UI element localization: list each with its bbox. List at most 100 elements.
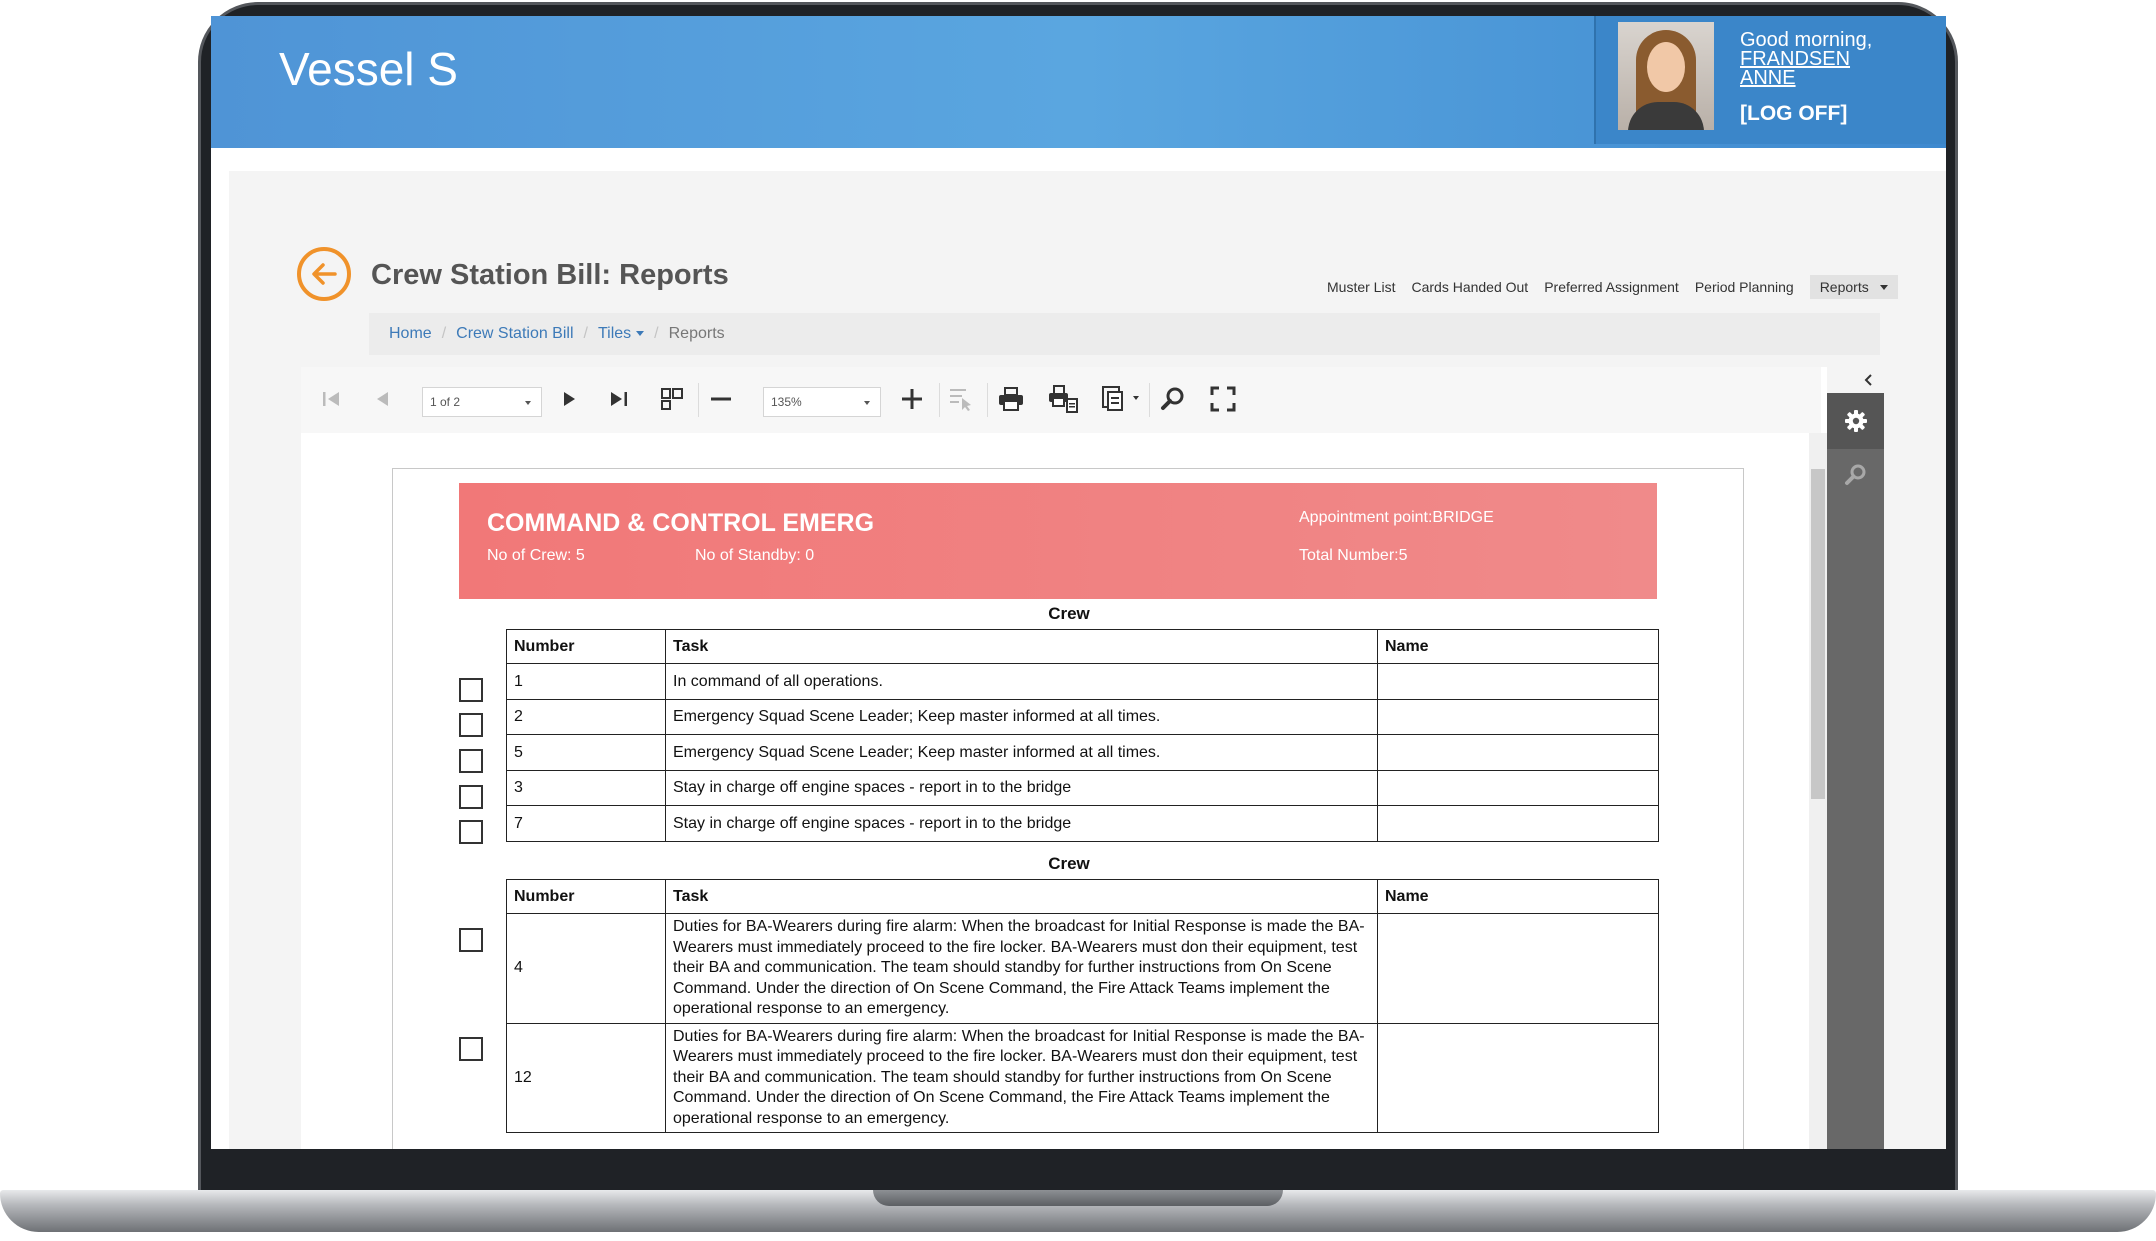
logoff-link[interactable]: [LOG OFF] — [1740, 102, 1847, 126]
multipage-icon — [661, 388, 683, 410]
table-header-row: Number Task Name — [506, 879, 1659, 914]
scrollbar-thumb[interactable] — [1811, 469, 1825, 799]
cell-number: 7 — [506, 805, 666, 842]
table-header-row: Number Task Name — [506, 629, 1659, 664]
multipage-button[interactable] — [656, 383, 688, 415]
search-button[interactable] — [1157, 383, 1189, 415]
standby-count: No of Standby: 0 — [695, 547, 815, 564]
next-page-button[interactable] — [553, 383, 585, 415]
toolbar-separator — [698, 383, 699, 417]
breadcrumb: Home / Crew Station Bill / Tiles / Repor… — [369, 313, 1880, 355]
user-firstname-link[interactable]: ANNE — [1740, 68, 1872, 88]
breadcrumb-separator: / — [441, 325, 447, 342]
content-panel: Crew Station Bill: Reports Muster List C… — [229, 171, 1946, 1149]
toolbar-separator — [987, 383, 988, 417]
row-checkbox[interactable] — [459, 928, 483, 952]
nav-cards-handed-out[interactable]: Cards Handed Out — [1411, 279, 1528, 295]
nav-reports-label: Reports — [1819, 279, 1869, 295]
zoom-select[interactable]: 135% — [763, 387, 881, 417]
row-checkbox[interactable] — [459, 749, 483, 773]
print-page-button[interactable] — [1047, 383, 1079, 415]
column-header-task: Task — [665, 629, 1378, 664]
breadcrumb-home[interactable]: Home — [389, 325, 432, 343]
cell-task: In command of all operations. — [665, 663, 1378, 700]
viewer-side-panel — [1827, 367, 1884, 1149]
table-row: 4 Duties for BA-Wearers during fire alar… — [506, 913, 1659, 1024]
user-panel: Good morning, FRANDSEN ANNE [LOG OFF] — [1594, 16, 1946, 144]
cell-task: Stay in charge off engine spaces - repor… — [665, 805, 1378, 842]
last-page-button[interactable] — [603, 383, 635, 415]
zoom-out-button[interactable] — [705, 383, 737, 415]
cell-number: 1 — [506, 663, 666, 700]
table-row: 5 Emergency Squad Scene Leader; Keep mas… — [506, 734, 1659, 771]
page-select[interactable]: 1 of 2 — [422, 387, 542, 417]
zoom-in-icon — [902, 389, 922, 409]
breadcrumb-current: Reports — [668, 325, 725, 342]
cell-name — [1377, 1022, 1659, 1133]
breadcrumb-separator: / — [654, 325, 659, 342]
cell-name — [1377, 770, 1659, 806]
cell-task: Stay in charge off engine spaces - repor… — [665, 770, 1378, 806]
toolbar-separator — [939, 383, 940, 417]
nav-period-planning[interactable]: Period Planning — [1695, 279, 1794, 295]
prev-page-icon — [377, 392, 388, 406]
row-checkbox[interactable] — [459, 678, 483, 702]
row-checkbox[interactable] — [459, 820, 483, 844]
cell-name — [1377, 805, 1659, 842]
section-title: Crew — [1048, 604, 1090, 623]
zoom-out-icon — [711, 397, 731, 401]
caret-down-icon — [636, 331, 645, 337]
print-icon — [999, 387, 1023, 411]
column-header-task: Task — [665, 879, 1378, 914]
row-checkbox[interactable] — [459, 1037, 483, 1061]
print-button[interactable] — [995, 383, 1027, 415]
breadcrumb-crew-station-bill[interactable]: Crew Station Bill — [456, 325, 573, 343]
breadcrumb-tiles-dropdown[interactable]: Tiles — [598, 325, 645, 343]
export-icon — [1102, 386, 1139, 411]
report-nav: Muster List Cards Handed Out Preferred A… — [1327, 273, 1898, 301]
fullscreen-button[interactable] — [1207, 383, 1239, 415]
greeting: Good morning, FRANDSEN ANNE — [1740, 30, 1872, 88]
cell-task: Duties for BA-Wearers during fire alarm:… — [665, 913, 1378, 1024]
fullscreen-icon — [1210, 386, 1236, 412]
page-select-value: 1 of 2 — [430, 395, 461, 409]
back-button[interactable] — [297, 247, 351, 301]
report-header: COMMAND & CONTROL EMERG No of Crew: 5 No… — [459, 483, 1657, 599]
nav-preferred-assignment[interactable]: Preferred Assignment — [1544, 279, 1679, 295]
cell-name — [1377, 663, 1659, 700]
export-dropdown-button[interactable] — [1099, 383, 1143, 415]
nav-reports-dropdown[interactable]: Reports — [1809, 275, 1898, 299]
collapse-panel-button[interactable] — [1827, 367, 1884, 393]
crew-table-2: Number Task Name 4 Duties for BA-Wearers… — [506, 879, 1659, 1133]
nav-muster-list[interactable]: Muster List — [1327, 279, 1395, 295]
next-page-icon — [564, 392, 575, 406]
settings-button[interactable] — [1827, 393, 1884, 449]
viewer-scrollbar[interactable] — [1809, 433, 1827, 1149]
first-page-button[interactable] — [315, 383, 347, 415]
table-row: 12 Duties for BA-Wearers during fire ala… — [506, 1022, 1659, 1133]
row-checkbox[interactable] — [459, 713, 483, 737]
prev-page-button[interactable] — [367, 383, 399, 415]
laptop-notch — [873, 1190, 1283, 1206]
section-title: Crew — [1048, 854, 1090, 873]
highlight-editing-button[interactable] — [945, 383, 977, 415]
zoom-in-button[interactable] — [896, 383, 928, 415]
crew-table: Number Task Name 1 In command of all ope… — [506, 629, 1659, 842]
app-title: Vessel S — [279, 43, 458, 95]
row-checkbox[interactable] — [459, 785, 483, 809]
table-row: 7 Stay in charge off engine spaces - rep… — [506, 805, 1659, 842]
breadcrumb-separator: / — [583, 325, 588, 342]
cell-name — [1377, 734, 1659, 771]
search-icon — [1161, 387, 1184, 410]
caret-down-icon — [1879, 284, 1888, 290]
table-row: 1 In command of all operations. — [506, 663, 1659, 700]
last-page-icon — [611, 392, 627, 406]
column-header-name: Name — [1377, 629, 1659, 664]
side-search-button[interactable] — [1827, 449, 1884, 501]
page-title: Crew Station Bill: Reports — [371, 259, 729, 291]
cell-number: 5 — [506, 734, 666, 771]
toolbar-separator — [1149, 383, 1150, 417]
avatar — [1618, 22, 1714, 130]
highlight-editing-icon — [950, 389, 971, 411]
table-row: 3 Stay in charge off engine spaces - rep… — [506, 770, 1659, 806]
